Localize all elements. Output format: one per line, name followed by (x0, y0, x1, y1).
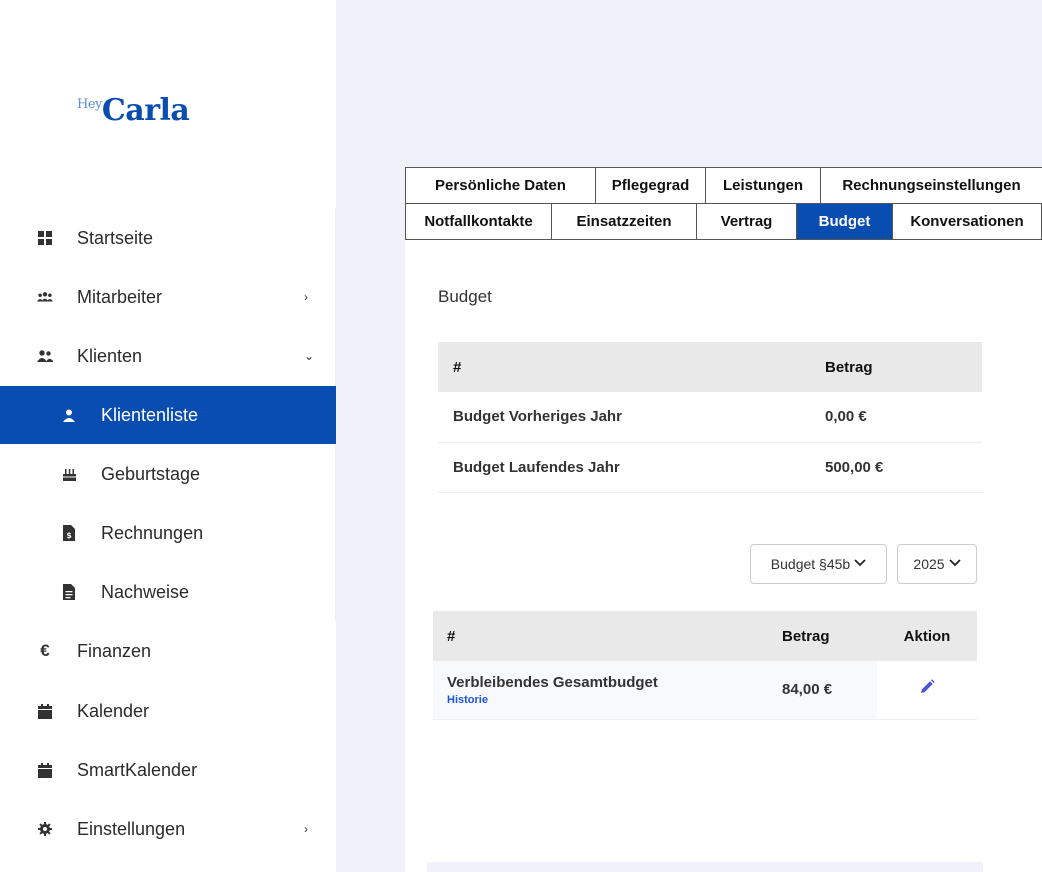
sidebar-item-label: Nachweise (101, 581, 190, 602)
column-header-betrag: Betrag (767, 611, 877, 661)
logo-hey: Hey (77, 97, 102, 112)
budget-type-select[interactable]: Budget §45b (750, 544, 887, 584)
table-header-row: # Betrag Aktion (433, 611, 977, 661)
sidebar-item-label: Mitarbeiter (77, 286, 163, 307)
tab-einsatzzeiten[interactable]: Einsatzzeiten (551, 203, 697, 240)
tab-konversationen[interactable]: Konversationen (892, 203, 1042, 240)
chevron-down-icon (854, 558, 866, 570)
tab-row-2: Notfallkontakte Einsatzzeiten Vertrag Bu… (405, 203, 1042, 240)
sidebar-item-label: Klientenliste (101, 404, 199, 425)
row-label: Budget Laufendes Jahr (438, 442, 810, 493)
invoice-icon: $ (61, 525, 77, 541)
sidebar-item-label: Geburtstage (101, 463, 201, 484)
action-cell (877, 661, 977, 720)
panel-bottom-edge (405, 862, 427, 872)
year-value: 2025 (913, 556, 945, 572)
column-header-number: # (433, 611, 767, 661)
sidebar-item-smartkalender[interactable]: SmartKalender (0, 741, 336, 799)
sidebar-item-kalender[interactable]: Kalender (0, 682, 336, 740)
year-select[interactable]: 2025 (897, 544, 977, 584)
column-header-betrag: Betrag (810, 342, 982, 392)
sidebar-item-geburtstage[interactable]: Geburtstage (0, 445, 336, 503)
row-label: Budget Vorheriges Jahr (438, 392, 810, 443)
chevron-down-icon (948, 558, 961, 570)
client-tabs: Persönliche Daten Pflegegrad Leistungen … (405, 167, 1042, 240)
chevron-right-icon: › (304, 822, 308, 836)
row-amount: 0,00 € (810, 392, 982, 443)
tab-pflegegrad[interactable]: Pflegegrad (595, 167, 706, 204)
column-header-number: # (438, 342, 810, 392)
sidebar-item-finanzen[interactable]: € Finanzen (0, 622, 336, 680)
table-header-row: # Betrag (438, 342, 982, 392)
tab-notfallkontakte[interactable]: Notfallkontakte (405, 203, 552, 240)
sidebar-item-label: Klienten (77, 345, 143, 366)
table-row: Verbleibendes Gesamtbudget Historie 84,0… (433, 661, 977, 720)
row-amount: 500,00 € (810, 442, 982, 493)
logo-carla: Carla (101, 93, 190, 128)
sidebar-item-rechnungen[interactable]: $ Rechnungen (0, 504, 336, 562)
gear-icon (37, 821, 53, 837)
tab-row-1: Persönliche Daten Pflegegrad Leistungen … (405, 167, 1042, 204)
column-header-aktion: Aktion (877, 611, 977, 661)
sidebar-item-label: Kalender (77, 700, 150, 721)
sidebar-item-label: Rechnungen (101, 522, 204, 543)
sidebar-item-label: SmartKalender (77, 759, 198, 780)
dashboard-icon (37, 230, 53, 246)
svg-text:$: $ (66, 531, 72, 540)
row-label: Verbleibendes Gesamtbudget (447, 673, 658, 691)
table-row: Budget Vorheriges Jahr 0,00 € (438, 392, 982, 443)
table-row: Budget Laufendes Jahr 500,00 € (438, 442, 982, 493)
clients-icon (37, 348, 53, 364)
tab-persoenliche-daten[interactable]: Persönliche Daten (405, 167, 596, 204)
sidebar-item-klienten[interactable]: Klienten ⌄ (0, 327, 336, 385)
sidebar-item-startseite[interactable]: Startseite (0, 209, 336, 267)
euro-icon: € (40, 641, 50, 660)
document-icon (61, 584, 77, 600)
page-title: Budget (438, 287, 492, 306)
remaining-budget-cell: Verbleibendes Gesamtbudget Historie (433, 661, 767, 720)
sidebar-item-einstellungen[interactable]: Einstellungen › (0, 800, 336, 858)
budget-overview-table: # Betrag Budget Vorheriges Jahr 0,00 € B… (438, 342, 982, 493)
budget-type-value: Budget §45b (770, 556, 851, 572)
users-icon (37, 289, 53, 305)
tab-vertrag[interactable]: Vertrag (696, 203, 797, 240)
sidebar-item-label: Finanzen (77, 640, 152, 661)
sidebar-item-nachweise[interactable]: Nachweise (0, 563, 336, 621)
chevron-right-icon: › (304, 290, 308, 304)
tab-leistungen[interactable]: Leistungen (705, 167, 821, 204)
historie-link[interactable]: Historie (447, 694, 767, 706)
sidebar-item-mitarbeiter[interactable]: Mitarbeiter › (0, 268, 336, 326)
tab-rechnungseinstellungen[interactable]: Rechnungseinstellungen (820, 167, 1042, 204)
user-icon (61, 407, 77, 423)
calendar-icon (37, 703, 53, 719)
edit-pencil-icon[interactable] (919, 679, 935, 699)
sidebar-item-label: Startseite (77, 227, 154, 248)
cake-icon (61, 466, 77, 482)
calendar-icon (37, 762, 53, 778)
remaining-budget-table: # Betrag Aktion Verbleibendes Gesamtbudg… (433, 611, 977, 720)
sidebar-item-klientenliste[interactable]: Klientenliste (0, 386, 336, 444)
chevron-down-icon: ⌄ (304, 349, 315, 363)
heycarla-logo[interactable]: HeyCarla (77, 93, 190, 128)
tab-budget[interactable]: Budget (796, 203, 893, 240)
sidebar: HeyCarla Startseite Mitarbeiter › Klient… (0, 0, 336, 872)
panel-bottom-edge (983, 862, 1042, 872)
sidebar-item-label: Einstellungen (77, 818, 186, 839)
row-amount: 84,00 € (767, 661, 877, 720)
